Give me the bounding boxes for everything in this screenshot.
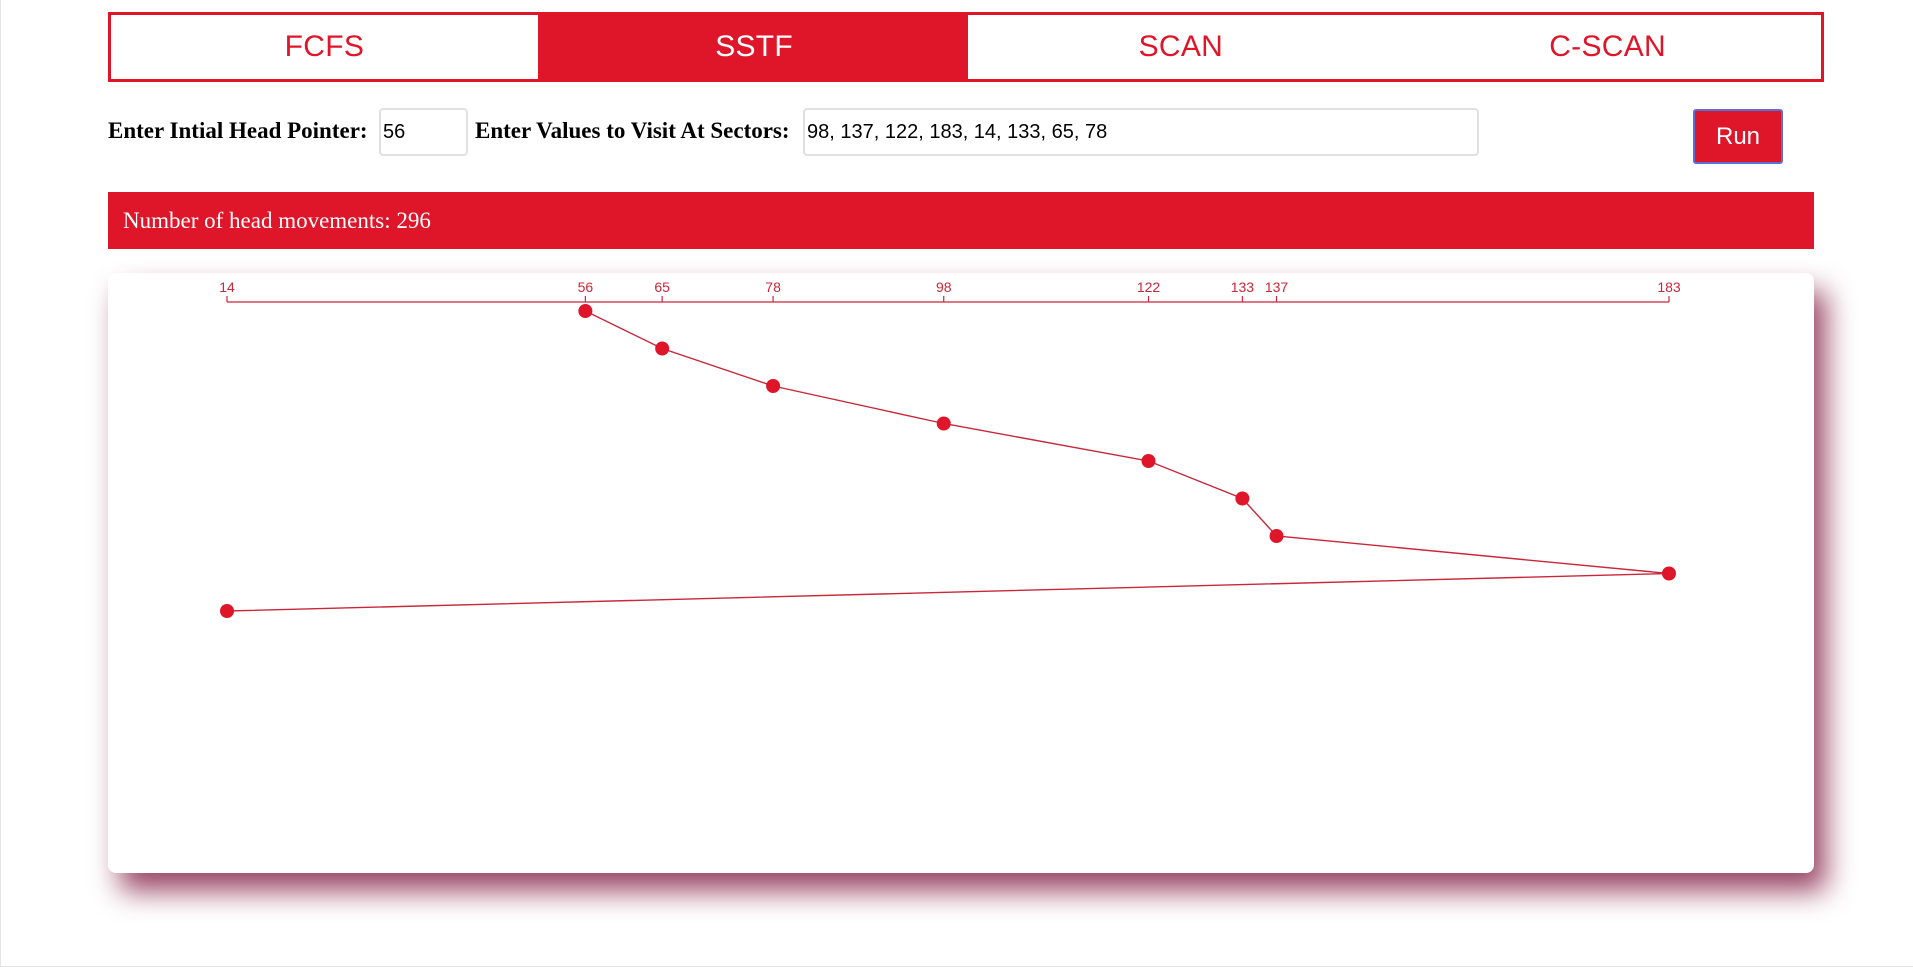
head-pointer-label: Enter Intial Head Pointer: (108, 118, 368, 143)
head-pointer-input[interactable] (379, 108, 468, 156)
page: FCFS SSTF SCAN C-SCAN Enter Intial Head … (0, 0, 1913, 967)
algorithm-tabs: FCFS SSTF SCAN C-SCAN (108, 12, 1824, 82)
head-path-line (226, 310, 1670, 612)
x-tick-label: 183 (1657, 279, 1681, 295)
visit-point (1235, 491, 1250, 506)
x-tick-label: 78 (765, 279, 781, 295)
tab-c-scan[interactable]: C-SCAN (1394, 15, 1821, 79)
chart-card: 14 56 65 78 98 122 133 137 183 (108, 273, 1814, 873)
visit-point (1141, 454, 1156, 468)
sectors-label: Enter Values to Visit At Sectors: (475, 118, 790, 143)
x-tick-label: 137 (1265, 279, 1289, 295)
visit-point (220, 604, 234, 618)
visit-point (1269, 529, 1284, 543)
visit-point (1662, 566, 1676, 581)
tab-fcfs[interactable]: FCFS (111, 15, 541, 79)
visit-point (655, 341, 670, 356)
x-tick-label: 56 (578, 279, 594, 295)
visit-point (936, 416, 951, 431)
x-tick-label: 98 (936, 279, 952, 295)
visit-point (766, 379, 781, 393)
disk-schedule-chart: 14 56 65 78 98 122 133 137 183 (219, 279, 1681, 618)
controls-row: Enter Intial Head Pointer: Enter Values … (108, 108, 1818, 164)
x-tick-label: 133 (1231, 279, 1255, 295)
visit-point (578, 304, 593, 318)
tab-scan[interactable]: SCAN (967, 15, 1395, 79)
head-movements-banner: Number of head movements: 296 (108, 192, 1814, 249)
x-tick-label: 14 (219, 279, 235, 295)
x-tick-label: 65 (654, 279, 670, 295)
x-tick-label: 122 (1137, 279, 1161, 295)
sectors-input[interactable] (803, 108, 1479, 156)
head-movements-text: Number of head movements: 296 (123, 207, 431, 233)
run-button[interactable]: Run (1693, 109, 1783, 164)
tab-sstf[interactable]: SSTF (540, 15, 968, 79)
